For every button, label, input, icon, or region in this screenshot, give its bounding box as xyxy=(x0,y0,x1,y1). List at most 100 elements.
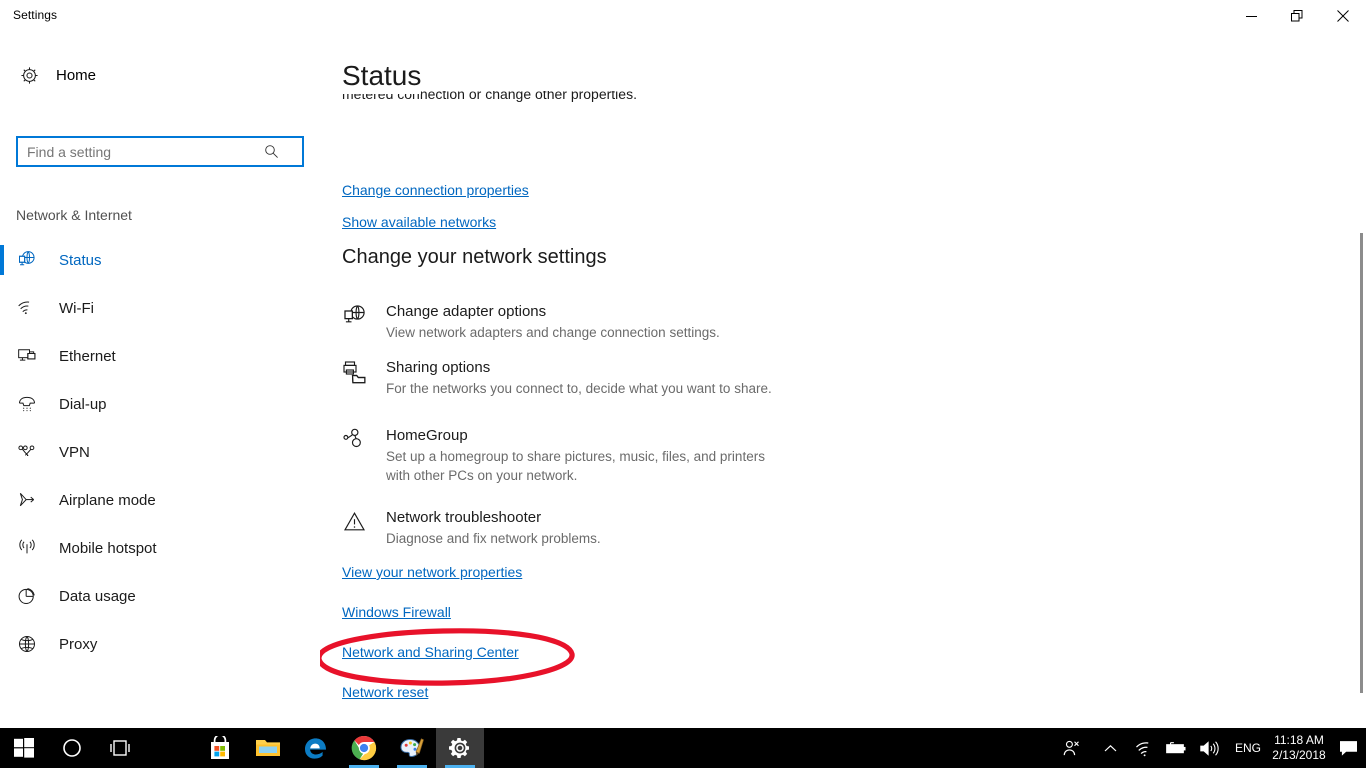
close-button[interactable] xyxy=(1320,0,1366,32)
wifi-icon[interactable] xyxy=(1129,728,1159,768)
sidebar-item-airplane-mode[interactable]: Airplane mode xyxy=(0,476,320,524)
sidebar-item-status[interactable]: Status xyxy=(0,236,320,284)
dialup-phone-icon xyxy=(16,393,38,415)
section-heading: Change your network settings xyxy=(342,246,607,268)
sidebar-item-dialup[interactable]: Dial-up xyxy=(0,380,320,428)
scrollbar-thumb[interactable] xyxy=(1360,233,1363,693)
link-network-reset[interactable]: Network reset xyxy=(342,684,428,700)
clock-date: 2/13/2018 xyxy=(1272,748,1326,762)
setting-title: Change adapter options xyxy=(386,303,547,320)
network-adapter-icon xyxy=(342,304,368,330)
sidebar-item-data-usage[interactable]: Data usage xyxy=(0,572,320,620)
sidebar-item-mobile-hotspot[interactable]: Mobile hotspot xyxy=(0,524,320,572)
title-bar: Settings xyxy=(0,0,1366,32)
minimize-icon xyxy=(1245,15,1257,17)
link-network-and-sharing-center[interactable]: Network and Sharing Center xyxy=(342,644,519,660)
close-icon xyxy=(1337,10,1349,22)
pie-chart-icon xyxy=(16,585,38,607)
airplane-icon xyxy=(16,489,38,511)
sidebar-item-vpn[interactable]: VPN xyxy=(0,428,320,476)
file-explorer-button[interactable] xyxy=(244,728,292,768)
settings-window: Settings Home Find a setting Network & I… xyxy=(0,0,1366,728)
sidebar-item-label: Mobile hotspot xyxy=(59,539,157,557)
setting-description: For the networks you connect to, decide … xyxy=(386,381,772,396)
sidebar-item-label: Data usage xyxy=(59,587,136,605)
sidebar-item-label: Airplane mode xyxy=(59,491,156,509)
sidebar: Home Network & Internet xyxy=(0,32,320,728)
search-box[interactable] xyxy=(16,136,304,167)
ethernet-icon xyxy=(16,345,38,367)
window-title: Settings xyxy=(13,8,58,22)
start-button[interactable] xyxy=(0,728,48,768)
sidebar-nav-list: Status Wi-Fi Ethernet Dial-up VPN Airpla… xyxy=(0,236,320,668)
link-view-network-properties[interactable]: View your network properties xyxy=(342,564,522,580)
sidebar-home-label: Home xyxy=(56,66,97,84)
sidebar-item-label: Dial-up xyxy=(59,395,107,413)
selection-accent-bar xyxy=(0,581,4,611)
setting-title: Network troubleshooter xyxy=(386,509,542,526)
microsoft-store-icon xyxy=(211,736,229,759)
search-input[interactable] xyxy=(27,139,262,164)
setting-item-change-adapter-options[interactable]: Change adapter options View network adap… xyxy=(342,302,1102,342)
sidebar-item-home[interactable]: Home xyxy=(0,58,320,92)
selection-accent-bar xyxy=(0,629,4,659)
selection-accent-bar xyxy=(0,485,4,515)
sidebar-item-label: Wi-Fi xyxy=(59,299,94,317)
setting-title: Sharing options xyxy=(386,359,491,376)
task-view-button[interactable] xyxy=(96,728,144,768)
link-windows-firewall[interactable]: Windows Firewall xyxy=(342,604,451,620)
clock[interactable]: 11:18 AM 2/13/2018 xyxy=(1268,728,1330,768)
hotspot-icon xyxy=(16,537,38,559)
action-center-icon[interactable] xyxy=(1330,728,1366,768)
clock-time: 11:18 AM xyxy=(1274,733,1324,747)
setting-description: View network adapters and change connect… xyxy=(386,325,720,340)
page-title: Status xyxy=(342,58,422,94)
cortana-circle-icon xyxy=(63,739,81,757)
sidebar-item-label: Ethernet xyxy=(59,347,116,365)
windows-logo-icon xyxy=(14,738,34,758)
volume-icon[interactable] xyxy=(1193,728,1225,768)
sidebar-item-label: VPN xyxy=(59,443,90,461)
homegroup-icon xyxy=(342,428,368,454)
cortana-button[interactable] xyxy=(48,728,96,768)
settings-taskbar-button[interactable] xyxy=(436,728,484,768)
sidebar-item-ethernet[interactable]: Ethernet xyxy=(0,332,320,380)
sidebar-item-label: Proxy xyxy=(59,635,98,653)
link-show-available-networks[interactable]: Show available networks xyxy=(342,214,496,230)
minimize-button[interactable] xyxy=(1228,0,1274,32)
selection-accent-bar xyxy=(0,245,4,275)
sharing-printer-folder-icon xyxy=(342,360,368,386)
people-icon[interactable] xyxy=(1053,728,1089,768)
selection-accent-bar xyxy=(0,341,4,371)
language-indicator[interactable]: ENG xyxy=(1227,728,1269,768)
setting-title: HomeGroup xyxy=(386,427,468,444)
content-scrollbar[interactable] xyxy=(1350,32,1366,728)
setting-item-network-troubleshooter[interactable]: Network troubleshooter Diagnose and fix … xyxy=(342,508,1102,548)
clipped-description-text: metered connection or change other prope… xyxy=(342,91,637,102)
search-icon xyxy=(264,144,279,159)
sidebar-item-proxy[interactable]: Proxy xyxy=(0,620,320,668)
setting-item-sharing-options[interactable]: Sharing options For the networks you con… xyxy=(342,358,1102,398)
setting-description: Diagnose and fix network problems. xyxy=(386,531,601,546)
selection-accent-bar xyxy=(0,437,4,467)
sidebar-category-label: Network & Internet xyxy=(16,207,132,223)
setting-item-homegroup[interactable]: HomeGroup Set up a homegroup to share pi… xyxy=(342,426,1102,485)
task-view-icon xyxy=(110,740,130,756)
sidebar-item-wifi[interactable]: Wi-Fi xyxy=(0,284,320,332)
microsoft-edge-icon xyxy=(305,738,326,759)
setting-description: Set up a homegroup to share pictures, mu… xyxy=(386,449,765,483)
selection-accent-bar xyxy=(0,293,4,323)
globe-icon xyxy=(16,633,38,655)
scroll-content: metered connection or change other prope… xyxy=(320,86,1366,728)
microsoft-store-button[interactable] xyxy=(196,728,244,768)
chevron-up-icon[interactable] xyxy=(1095,728,1125,768)
battery-charging-icon[interactable] xyxy=(1159,728,1191,768)
link-change-connection-properties[interactable]: Change connection properties xyxy=(342,182,529,198)
google-chrome-button[interactable] xyxy=(340,728,388,768)
maximize-button[interactable] xyxy=(1274,0,1320,32)
selection-accent-bar xyxy=(0,533,4,563)
network-status-icon xyxy=(16,249,38,271)
microsoft-edge-button[interactable] xyxy=(292,728,340,768)
sidebar-item-label: Status xyxy=(59,251,102,269)
paint-button[interactable] xyxy=(388,728,436,768)
